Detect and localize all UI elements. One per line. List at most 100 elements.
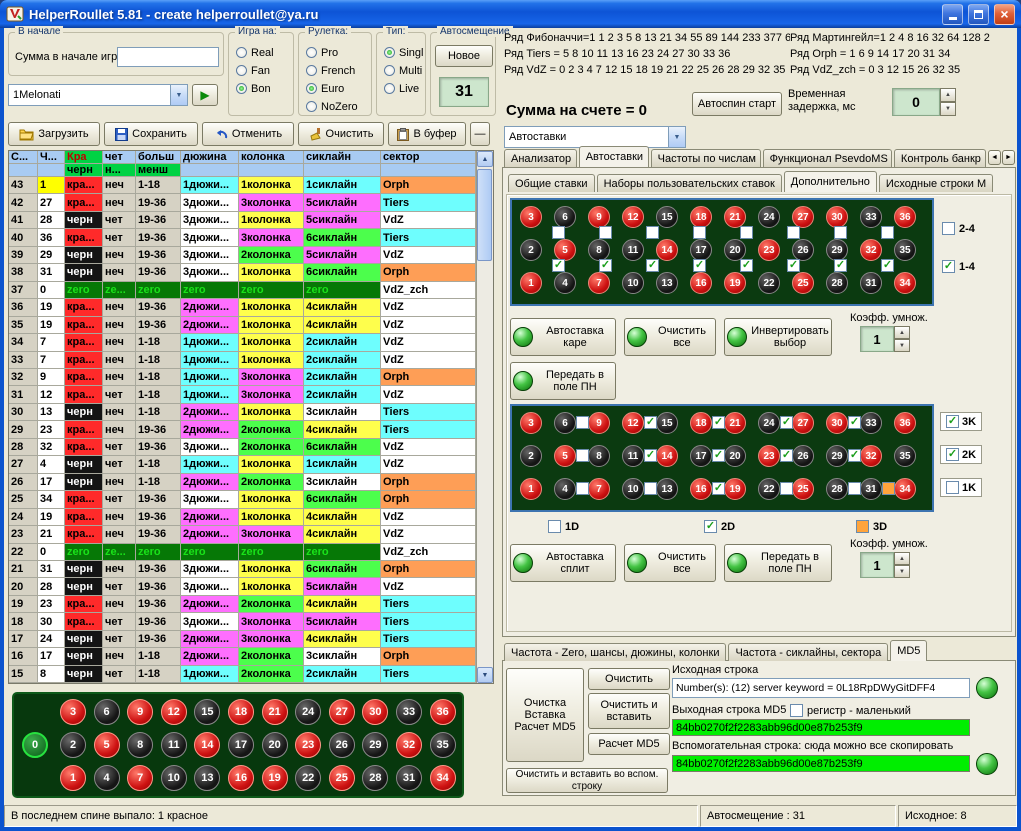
board-number-36[interactable]: 36 [430, 699, 456, 725]
board-number-20[interactable]: 20 [262, 732, 288, 758]
split-checkbox[interactable]: ✓ [848, 416, 861, 429]
corner-number-8[interactable]: 8 [588, 239, 610, 261]
split-number-30[interactable]: 30 [826, 412, 848, 434]
split-number-11[interactable]: 11 [622, 445, 644, 467]
corner-number-11[interactable]: 11 [622, 239, 644, 261]
corner-number-27[interactable]: 27 [792, 206, 814, 228]
corner-number-5[interactable]: 5 [554, 239, 576, 261]
corner-number-28[interactable]: 28 [826, 272, 848, 294]
corner-gap2-checkbox[interactable]: ✓ [599, 259, 612, 272]
freq-tab-2[interactable]: MD5 [890, 640, 927, 661]
board-number-25[interactable]: 25 [329, 765, 355, 791]
split-number-21[interactable]: 21 [724, 412, 746, 434]
radio-option-nozero[interactable]: NoZero [306, 99, 369, 114]
split-number-27[interactable]: 27 [792, 412, 814, 434]
board-number-10[interactable]: 10 [161, 765, 187, 791]
sub-tab-3[interactable]: Исходные строки М [879, 174, 993, 192]
split-checkbox[interactable] [780, 482, 793, 495]
board-number-1[interactable]: 1 [60, 765, 86, 791]
spin-up-button[interactable]: ▲ [894, 552, 910, 565]
corner-number-13[interactable]: 13 [656, 272, 678, 294]
corner-number-7[interactable]: 7 [588, 272, 610, 294]
board-number-23[interactable]: 23 [295, 732, 321, 758]
md5-source-input[interactable] [672, 678, 970, 698]
radio-option-bon[interactable]: Bon [236, 81, 291, 96]
corner-gap2-checkbox[interactable]: ✓ [834, 259, 847, 272]
register-checkbox[interactable]: регистр - маленький [790, 704, 911, 717]
checkbox-3D[interactable] [856, 520, 869, 533]
transfer-pn-corner-button[interactable]: Передать в поле ПН [510, 362, 616, 400]
md5-generate-sphere-button[interactable] [976, 677, 998, 699]
split-number-9[interactable]: 9 [588, 412, 610, 434]
main-tab-0[interactable]: Анализатор [504, 149, 577, 167]
split-number-19[interactable]: 19 [724, 478, 746, 500]
corner-gap2-checkbox[interactable]: ✓ [787, 259, 800, 272]
corner-number-15[interactable]: 15 [656, 206, 678, 228]
autospin-start-button[interactable]: Автоспин старт [692, 92, 782, 116]
board-number-33[interactable]: 33 [396, 699, 422, 725]
freq-tab-0[interactable]: Частота - Zero, шансы, дюжины, колонки [504, 643, 726, 661]
freq-tab-1[interactable]: Частота - сиклайны, сектора [728, 643, 888, 661]
checkbox-1D[interactable] [548, 520, 561, 533]
radio-option-multi[interactable]: Multi [384, 63, 423, 78]
split-number-23[interactable]: 23 [758, 445, 780, 467]
board-number-16[interactable]: 16 [228, 765, 254, 791]
corner-gap1-checkbox[interactable] [552, 226, 565, 239]
scroll-down-button[interactable]: ▼ [477, 667, 493, 683]
corner-number-29[interactable]: 29 [826, 239, 848, 261]
dropdown-arrow-icon[interactable]: ▼ [170, 85, 187, 105]
board-number-15[interactable]: 15 [194, 699, 220, 725]
corner-number-24[interactable]: 24 [758, 206, 780, 228]
split-checkbox[interactable] [644, 482, 657, 495]
board-number-17[interactable]: 17 [228, 732, 254, 758]
checkbox-1-4[interactable]: ✓ [942, 260, 955, 273]
split-koeff-spinner[interactable]: 1 ▲ ▼ [860, 552, 910, 578]
board-number-3[interactable]: 3 [60, 699, 86, 725]
board-number-19[interactable]: 19 [262, 765, 288, 791]
clear-all-split-button[interactable]: Очистить все [624, 544, 716, 582]
corner-number-1[interactable]: 1 [520, 272, 542, 294]
scroll-track[interactable] [477, 167, 493, 667]
split-checkbox[interactable]: ✓ [712, 482, 725, 495]
checkbox-2D[interactable]: ✓ [704, 520, 717, 533]
split-checkbox[interactable]: ✓ [848, 449, 861, 462]
sub-tab-2[interactable]: Дополнительно [784, 171, 877, 192]
split-number-33[interactable]: 33 [860, 412, 882, 434]
split-number-28[interactable]: 28 [826, 478, 848, 500]
spin-up-button[interactable]: ▲ [894, 326, 910, 339]
board-number-0[interactable]: 0 [22, 732, 48, 758]
corner-koeff-spinner[interactable]: 1 ▲ ▼ [860, 326, 910, 352]
checkbox-2-4[interactable] [942, 222, 955, 235]
board-number-32[interactable]: 32 [396, 732, 422, 758]
split-checkbox[interactable] [576, 449, 589, 462]
checkbox-icon[interactable] [790, 704, 803, 717]
board-number-30[interactable]: 30 [362, 699, 388, 725]
split-number-7[interactable]: 7 [588, 478, 610, 500]
split-checkbox[interactable] [576, 416, 589, 429]
corner-gap2-checkbox[interactable]: ✓ [881, 259, 894, 272]
table-scrollbar[interactable]: ▲ ▼ [476, 151, 493, 683]
split-number-5[interactable]: 5 [554, 445, 576, 467]
board-number-26[interactable]: 26 [329, 732, 355, 758]
checkbox-1K[interactable] [946, 481, 959, 494]
save-button[interactable]: Сохранить [104, 122, 198, 146]
board-number-27[interactable]: 27 [329, 699, 355, 725]
board-number-22[interactable]: 22 [295, 765, 321, 791]
dropdown-arrow-icon[interactable]: ▼ [668, 127, 685, 147]
corner-gap1-checkbox[interactable] [834, 226, 847, 239]
new-button[interactable]: Новое [435, 45, 493, 67]
radio-option-fan[interactable]: Fan [236, 63, 291, 78]
md5-calc-button[interactable]: Расчет MD5 [588, 733, 670, 755]
split-checkbox[interactable]: ✓ [780, 449, 793, 462]
radio-option-pro[interactable]: Pro [306, 45, 369, 60]
board-number-24[interactable]: 24 [295, 699, 321, 725]
corner-gap1-checkbox[interactable] [787, 226, 800, 239]
tab-scroll-right-button[interactable]: ► [1002, 150, 1015, 165]
corner-number-36[interactable]: 36 [894, 206, 916, 228]
buffer-button[interactable]: В буфер [388, 122, 466, 146]
corner-number-17[interactable]: 17 [690, 239, 712, 261]
board-number-8[interactable]: 8 [127, 732, 153, 758]
corner-gap1-checkbox[interactable] [646, 226, 659, 239]
board-number-11[interactable]: 11 [161, 732, 187, 758]
split-number-2[interactable]: 2 [520, 445, 542, 467]
